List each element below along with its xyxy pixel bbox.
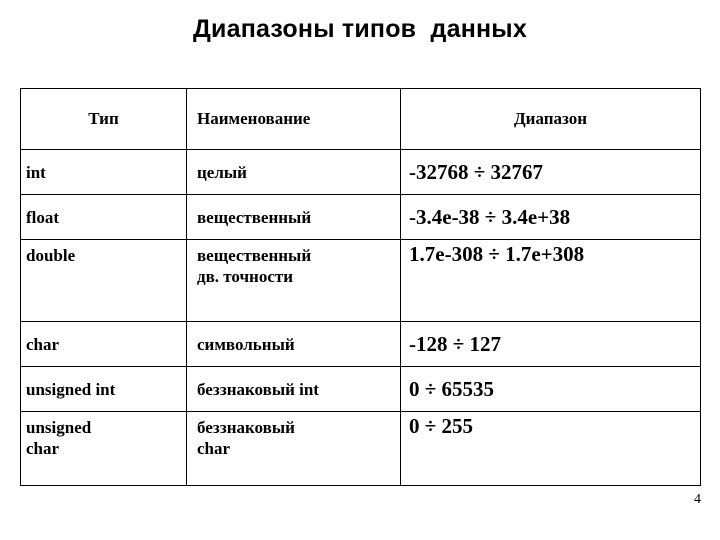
slide-canvas: Диапазоны типов данных Тип Наименование … bbox=[0, 0, 720, 540]
cell-name: целый bbox=[186, 149, 401, 195]
column-header-range: Диапазон bbox=[400, 88, 701, 150]
column-header-name: Наименование bbox=[186, 88, 401, 150]
cell-type: unsigned char bbox=[20, 411, 187, 486]
cell-name: вещественный дв. точности bbox=[186, 239, 401, 322]
cell-type: unsigned int bbox=[20, 366, 187, 412]
cell-type: char bbox=[20, 321, 187, 367]
cell-range: 0 ÷ 255 bbox=[400, 411, 701, 486]
table-row: int целый -32768 ÷ 32767 bbox=[20, 149, 701, 195]
cell-name: беззнаковый int bbox=[186, 366, 401, 412]
cell-name: вещественный bbox=[186, 194, 401, 240]
cell-type: float bbox=[20, 194, 187, 240]
cell-range: 0 ÷ 65535 bbox=[400, 366, 701, 412]
table-row: double вещественный дв. точности 1.7e-30… bbox=[20, 239, 701, 322]
cell-range: -32768 ÷ 32767 bbox=[400, 149, 701, 195]
table-row: unsigned char беззнаковый char 0 ÷ 255 bbox=[20, 411, 701, 486]
cell-name: беззнаковый char bbox=[186, 411, 401, 486]
cell-range: -128 ÷ 127 bbox=[400, 321, 701, 367]
table-row: unsigned int беззнаковый int 0 ÷ 65535 bbox=[20, 366, 701, 412]
cell-type: int bbox=[20, 149, 187, 195]
data-types-range-table: Тип Наименование Диапазон int целый -327… bbox=[20, 88, 701, 486]
table-header-row: Тип Наименование Диапазон bbox=[20, 88, 701, 150]
cell-type: double bbox=[20, 239, 187, 322]
column-header-type: Тип bbox=[20, 88, 187, 150]
table-row: float вещественный -3.4e-38 ÷ 3.4e+38 bbox=[20, 194, 701, 240]
table-row: char символьный -128 ÷ 127 bbox=[20, 321, 701, 367]
cell-range: -3.4e-38 ÷ 3.4e+38 bbox=[400, 194, 701, 240]
page-number: 4 bbox=[694, 492, 701, 507]
cell-name: символьный bbox=[186, 321, 401, 367]
page-title: Диапазоны типов данных bbox=[193, 15, 527, 43]
cell-range: 1.7e-308 ÷ 1.7e+308 bbox=[400, 239, 701, 322]
